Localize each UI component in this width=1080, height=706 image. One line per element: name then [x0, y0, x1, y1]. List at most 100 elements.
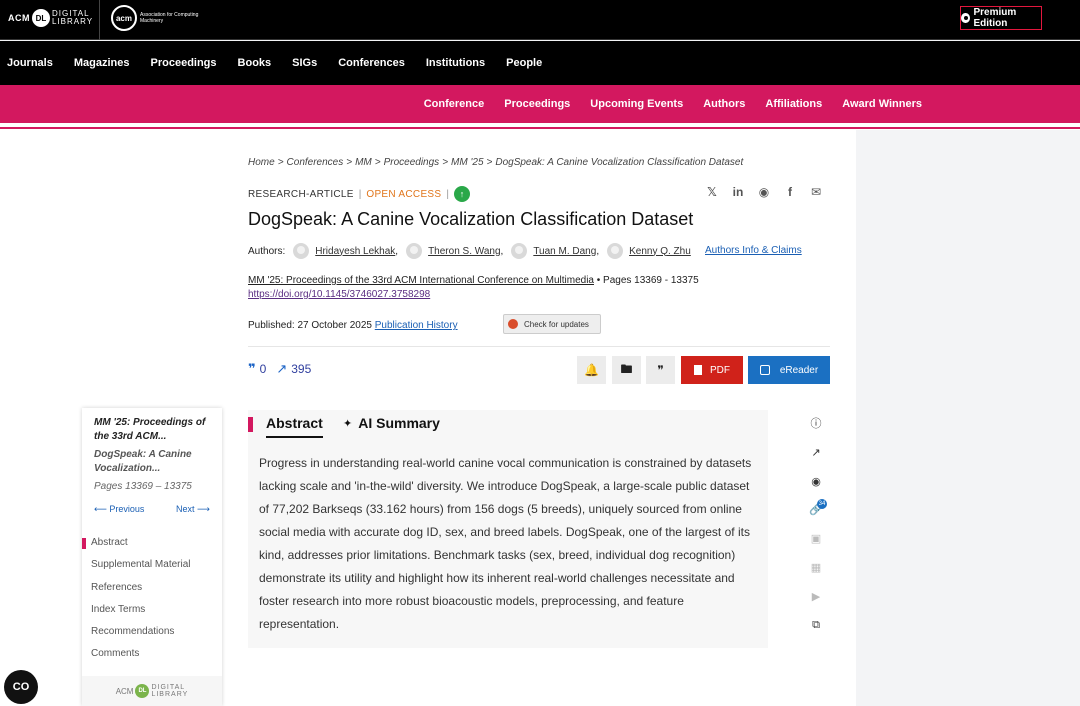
- info-icon[interactable]: ⓘ: [809, 416, 823, 430]
- share-icons: 𝕏 in ◉ f ✉: [705, 185, 823, 199]
- article-sidebar: MM '25: Proceedings of the 33rd ACM... D…: [82, 408, 222, 706]
- table-of-contents: Abstract Supplemental Material Reference…: [82, 536, 222, 670]
- sidebar-pages: Pages 13369 – 13375: [94, 481, 192, 492]
- avatar-icon: [607, 243, 624, 259]
- sidebar-article-title: DogSpeak: A Canine Vocalization...: [94, 449, 192, 474]
- toc-recommendations[interactable]: Recommendations: [82, 625, 222, 647]
- acm-logo[interactable]: acm Association for Computing Machinery: [111, 5, 200, 31]
- proceedings-link[interactable]: MM '25: Proceedings of the 33rd ACM Inte…: [248, 275, 594, 286]
- conf-nav-authors[interactable]: Authors: [703, 98, 745, 110]
- x-twitter-icon[interactable]: 𝕏: [705, 185, 719, 199]
- crossmark-icon: [508, 319, 518, 329]
- nav-proceedings[interactable]: Proceedings: [151, 57, 217, 69]
- article-title: DogSpeak: A Canine Vocalization Classifi…: [248, 209, 694, 229]
- link-count-badge: 34: [817, 499, 827, 509]
- nav-people[interactable]: People: [506, 57, 542, 69]
- avatar-icon: [406, 243, 423, 259]
- dl-logo-mark: DL: [32, 9, 50, 27]
- conf-nav-award-winners[interactable]: Award Winners: [842, 98, 922, 110]
- ereader-icon: [759, 365, 770, 375]
- published-info: Published: 27 October 2025 Publication H…: [248, 320, 458, 331]
- tab-ai-summary[interactable]: ✦ AI Summary: [343, 415, 440, 431]
- author-item[interactable]: Tuan M. Dang,: [511, 243, 599, 259]
- bell-icon: 🔔: [584, 363, 599, 377]
- conf-nav-proceedings[interactable]: Proceedings: [504, 98, 570, 110]
- next-article-link[interactable]: Next ⟶: [176, 504, 210, 515]
- metrics-trend-icon[interactable]: ↗: [809, 445, 823, 459]
- image-icon[interactable]: ▣: [809, 531, 823, 545]
- linkedin-icon[interactable]: in: [731, 185, 745, 199]
- nav-sigs[interactable]: SIGs: [292, 57, 317, 69]
- gear-icon: [961, 13, 970, 23]
- cite-button[interactable]: ❞: [646, 356, 675, 384]
- chat-button[interactable]: CO: [4, 670, 38, 704]
- sparkle-icon: ✦: [343, 417, 353, 430]
- author-item[interactable]: Theron S. Wang,: [406, 243, 503, 259]
- conf-nav-conference[interactable]: Conference: [424, 98, 485, 110]
- author-item[interactable]: Kenny Q. Zhu: [607, 243, 691, 259]
- facebook-icon[interactable]: f: [783, 185, 797, 199]
- premium-edition-button[interactable]: Premium Edition: [960, 6, 1042, 30]
- media-icon[interactable]: ▶: [809, 589, 823, 603]
- accent-line: [0, 127, 1080, 129]
- share-icon[interactable]: ⧉: [809, 618, 823, 632]
- quote-icon: ❞: [657, 363, 664, 377]
- nav-magazines[interactable]: Magazines: [74, 57, 130, 69]
- logo-divider: [99, 0, 100, 40]
- right-pane: [856, 130, 1080, 706]
- nav-institutions[interactable]: Institutions: [426, 57, 485, 69]
- alert-bell-button[interactable]: 🔔: [577, 356, 606, 384]
- citation-icon: ❞: [248, 361, 256, 376]
- toc-abstract[interactable]: Abstract: [82, 536, 222, 558]
- published-date: 27 October 2025: [297, 320, 372, 331]
- breadcrumb-mm[interactable]: MM: [355, 157, 372, 168]
- author-list: Authors: Hridayesh Lekhak, Theron S. Wan…: [248, 243, 699, 259]
- tab-abstract[interactable]: Abstract: [266, 415, 323, 431]
- article-type: RESEARCH-ARTICLE: [248, 188, 354, 200]
- toc-references[interactable]: References: [82, 581, 222, 603]
- breadcrumb-mm25[interactable]: MM '25: [451, 157, 483, 168]
- eye-icon[interactable]: ◉: [809, 474, 823, 488]
- table-icon[interactable]: ▦: [809, 560, 823, 574]
- nav-books[interactable]: Books: [238, 57, 272, 69]
- author-item[interactable]: Hridayesh Lekhak,: [293, 243, 398, 259]
- avatar-icon: [293, 243, 310, 259]
- check-for-updates-button[interactable]: Check for updates: [503, 314, 601, 334]
- ereader-button[interactable]: eReader: [748, 356, 830, 384]
- nav-conferences[interactable]: Conferences: [338, 57, 405, 69]
- main-nav: Journals Magazines Proceedings Books SIG…: [0, 41, 1080, 85]
- page-range: Pages 13369 - 13375: [603, 275, 699, 286]
- avatar-icon: [511, 243, 528, 259]
- breadcrumb-conferences[interactable]: Conferences: [287, 157, 344, 168]
- toc-supplemental-material[interactable]: Supplemental Material: [82, 558, 222, 580]
- doi-link[interactable]: https://doi.org/10.1145/3746027.3758298: [248, 289, 430, 300]
- sidebar-proceedings-title[interactable]: MM '25: Proceedings of the 33rd ACM...: [94, 416, 214, 444]
- proceedings-citation: MM '25: Proceedings of the 33rd ACM Inte…: [248, 275, 699, 286]
- breadcrumb-current: DogSpeak: A Canine Vocalization Classifi…: [495, 157, 744, 168]
- conf-nav-upcoming-events[interactable]: Upcoming Events: [590, 98, 683, 110]
- email-icon[interactable]: ✉: [809, 185, 823, 199]
- citation-count[interactable]: 0: [260, 362, 267, 376]
- active-tab-indicator: [266, 436, 323, 438]
- folder-plus-icon: 🖿: [620, 361, 633, 376]
- breadcrumb-proceedings[interactable]: Proceedings: [384, 157, 440, 168]
- authors-info-link[interactable]: Authors Info & Claims: [705, 245, 802, 256]
- pdf-button[interactable]: PDF: [681, 356, 743, 384]
- breadcrumb-home[interactable]: Home: [248, 157, 275, 168]
- nav-journals[interactable]: Journals: [7, 57, 53, 69]
- acm-dl-logo[interactable]: ACM DL DIGITAL LIBRARY: [8, 8, 93, 28]
- open-access-label: OPEN ACCESS: [366, 188, 442, 200]
- toc-comments[interactable]: Comments: [82, 647, 222, 669]
- download-count[interactable]: 395: [291, 362, 311, 376]
- add-to-binder-button[interactable]: 🖿: [612, 356, 641, 384]
- toc-index-terms[interactable]: Index Terms: [82, 603, 222, 625]
- previous-article-link[interactable]: ⟵ Previous: [94, 504, 144, 515]
- trend-icon: ↗: [276, 361, 288, 376]
- breadcrumb: Home > Conferences > MM > Proceedings > MM '25 > D…: [248, 157, 744, 168]
- abstract-text: Progress in understanding real-world can…: [259, 456, 752, 631]
- article-metrics: ❞ 0 ↗ 395: [248, 361, 311, 377]
- publication-history-link[interactable]: Publication History: [375, 320, 458, 331]
- conf-nav-affiliations[interactable]: Affiliations: [765, 98, 822, 110]
- reddit-icon[interactable]: ◉: [757, 185, 771, 199]
- sidebar-dl-logo: ACM DL DIGITAL LIBRARY: [82, 676, 222, 706]
